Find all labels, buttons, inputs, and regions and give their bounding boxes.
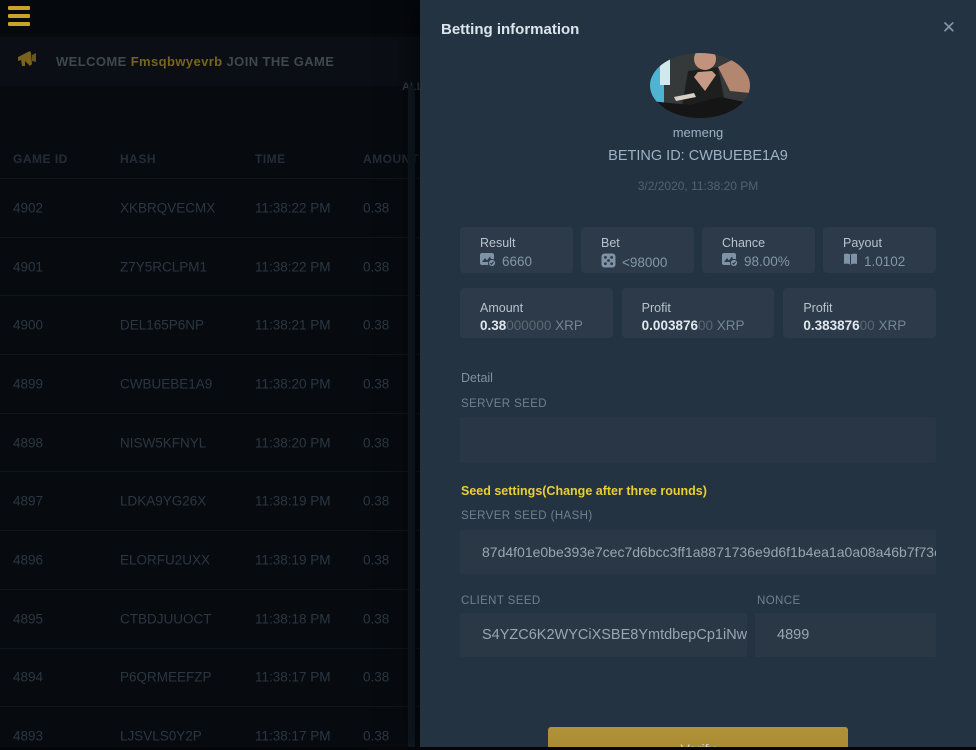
close-icon[interactable]: ✕ bbox=[942, 19, 956, 36]
detail-label: Detail bbox=[461, 371, 493, 385]
stats-row-2: Amount 0.38000000 XRP Profit 0.00387600 … bbox=[460, 288, 936, 338]
stat-result-value: 6660 bbox=[502, 254, 532, 269]
table-row[interactable]: 4900DEL165P6NP11:38:21 PM0.38 bbox=[0, 296, 420, 355]
avatar[interactable] bbox=[650, 53, 750, 118]
nonce-input[interactable]: 4899 bbox=[755, 613, 936, 657]
table-row[interactable]: 4893LJSVLS0Y2P11:38:17 PM0.38 bbox=[0, 707, 420, 750]
server-seed-hash-label: SERVER SEED (HASH) bbox=[461, 510, 593, 522]
stat-result: Result 6660 bbox=[460, 227, 573, 273]
modal-username: memeng bbox=[420, 125, 976, 140]
table-row[interactable]: 4894P6QRMEEFZP11:38:17 PM0.38 bbox=[0, 649, 420, 708]
modal-title: Betting information bbox=[441, 21, 579, 38]
amount-label: Amount bbox=[480, 301, 613, 315]
table-body: 4902XKBRQVECMX11:38:22 PM0.38 4901Z7Y5RC… bbox=[0, 178, 420, 750]
hamburger-menu-icon[interactable] bbox=[8, 6, 32, 28]
modal-betting-id: BETING ID: CWBUEBE1A9 bbox=[420, 148, 976, 164]
megaphone-icon bbox=[16, 49, 40, 74]
stat-bet-label: Bet bbox=[601, 236, 694, 250]
stats-row-1: Result 6660 Bet <98000 Chance bbox=[460, 227, 936, 273]
table-row[interactable]: 4901Z7Y5RCLPM111:38:22 PM0.38 bbox=[0, 238, 420, 297]
stat-payout-label: Payout bbox=[843, 236, 936, 250]
stat-bet: Bet <98000 bbox=[581, 227, 694, 273]
page: WELCOME Fmsqbwyevrb JOIN THE GAME ALL GA… bbox=[0, 0, 976, 750]
stat-payout: Payout 1.0102 bbox=[823, 227, 936, 273]
col-game-id: GAME ID bbox=[13, 152, 68, 166]
profit-box: Profit 0.00387600 XRP bbox=[622, 288, 775, 338]
stat-result-label: Result bbox=[480, 236, 573, 250]
payout-icon bbox=[843, 253, 858, 269]
profit-total-value: 0.38387600 XRP bbox=[803, 318, 936, 333]
table-row[interactable]: 4902XKBRQVECMX11:38:22 PM0.38 bbox=[0, 179, 420, 238]
top-bar bbox=[0, 0, 420, 34]
server-seed-hash-input[interactable]: 87d4f01e0be393e7cec7d6bcc3ff1a8871736e9d… bbox=[460, 530, 936, 574]
client-seed-input[interactable]: S4YZC6K2WYCiXSBE8YmtdbepCp1iNwz bbox=[460, 613, 747, 657]
table-row[interactable]: 4897LDKA9YG26X11:38:19 PM0.38 bbox=[0, 472, 420, 531]
nonce-label: NONCE bbox=[757, 595, 801, 607]
stat-payout-value: 1.0102 bbox=[864, 254, 905, 269]
server-seed-input[interactable] bbox=[460, 417, 936, 463]
welcome-banner: WELCOME Fmsqbwyevrb JOIN THE GAME bbox=[0, 37, 420, 86]
col-time: TIME bbox=[255, 152, 286, 166]
server-seed-label: SERVER SEED bbox=[461, 398, 547, 410]
col-hash: HASH bbox=[120, 152, 156, 166]
amount-value: 0.38000000 XRP bbox=[480, 318, 613, 333]
stat-chance-label: Chance bbox=[722, 236, 815, 250]
scrollbar[interactable] bbox=[408, 86, 415, 750]
table-row[interactable]: 4899CWBUEBE1A911:38:20 PM0.38 bbox=[0, 355, 420, 414]
stat-bet-value: <98000 bbox=[622, 255, 667, 270]
dice-icon bbox=[601, 253, 616, 271]
table-row[interactable]: 4896ELORFU2UXX11:38:19 PM0.38 bbox=[0, 531, 420, 590]
profit-value: 0.00387600 XRP bbox=[642, 318, 775, 333]
profit-total-label: Profit bbox=[803, 301, 936, 315]
table-row[interactable]: 4898NISW5KFNYL11:38:20 PM0.38 bbox=[0, 414, 420, 473]
seed-settings-heading: Seed settings(Change after three rounds) bbox=[461, 484, 707, 498]
profit-total-box: Profit 0.38387600 XRP bbox=[783, 288, 936, 338]
result-icon bbox=[480, 253, 496, 270]
client-seed-label: CLIENT SEED bbox=[461, 595, 541, 607]
table-row[interactable]: 4895CTBDJUUOCT11:38:18 PM0.38 bbox=[0, 590, 420, 649]
stat-chance-value: 98.00% bbox=[744, 254, 790, 269]
amount-box: Amount 0.38000000 XRP bbox=[460, 288, 613, 338]
table-header: GAME ID HASH TIME AMOUNT bbox=[0, 140, 420, 178]
stat-chance: Chance 98.00% bbox=[702, 227, 815, 273]
game-history-panel: WELCOME Fmsqbwyevrb JOIN THE GAME ALL GA… bbox=[0, 0, 420, 750]
profit-label: Profit bbox=[642, 301, 775, 315]
chance-icon bbox=[722, 253, 738, 270]
welcome-text: WELCOME Fmsqbwyevrb JOIN THE GAME bbox=[56, 54, 334, 69]
modal-datetime: 3/2/2020, 11:38:20 PM bbox=[420, 179, 976, 193]
betting-information-modal: Betting information ✕ memeng BETING ID: … bbox=[420, 0, 976, 750]
welcome-username: Fmsqbwyevrb bbox=[131, 54, 223, 69]
